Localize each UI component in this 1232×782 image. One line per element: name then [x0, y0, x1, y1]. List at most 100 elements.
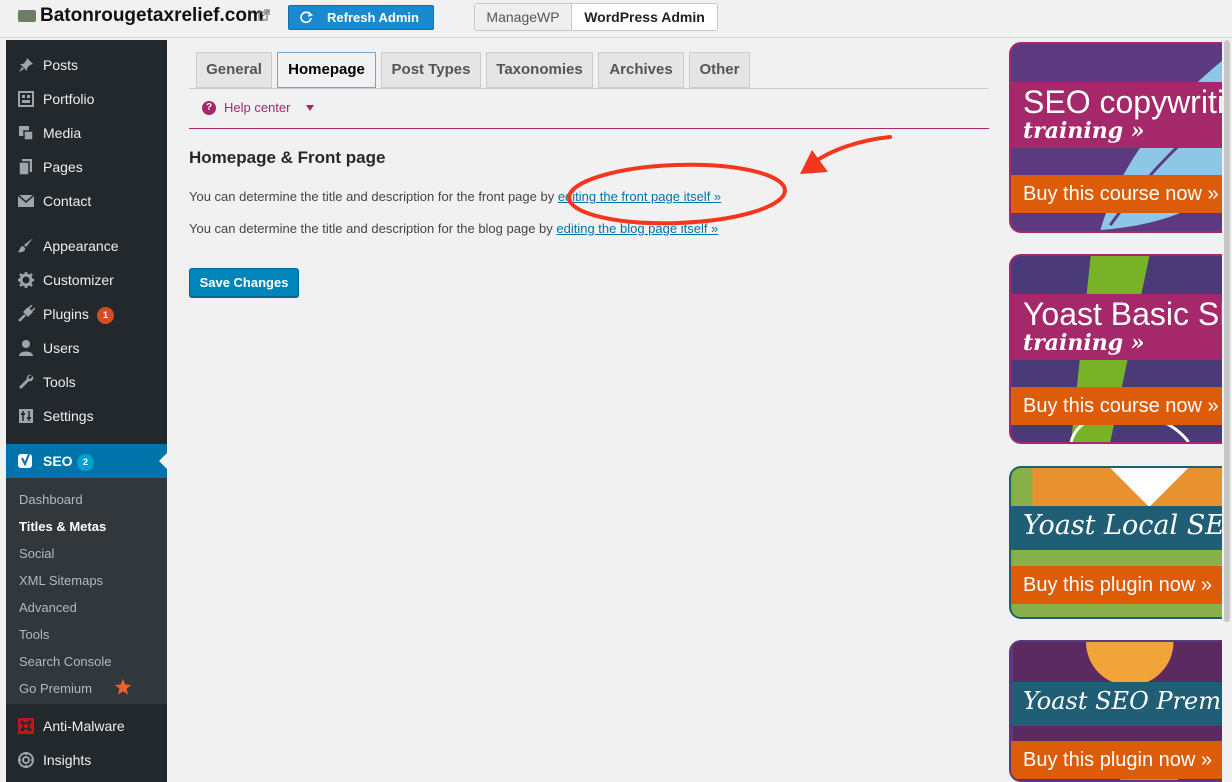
submenu-go-premium[interactable]: Go Premium	[19, 679, 139, 696]
user-icon	[19, 340, 33, 356]
tab-general[interactable]: General	[196, 52, 272, 88]
sidebar-item-settings[interactable]: Settings	[6, 399, 167, 433]
sidebar-item-label: Pages	[43, 159, 83, 175]
top-bar: Batonrougetaxrelief.com Refresh Admin Ma…	[0, 0, 1232, 38]
tab-homepage[interactable]: Homepage	[277, 52, 376, 88]
settings-icon	[19, 409, 33, 423]
sidebar-item-insights[interactable]: Insights	[6, 743, 167, 777]
sidebar-item-media[interactable]: Media	[6, 116, 167, 150]
pin-icon	[19, 58, 33, 72]
sidebar-item-label: Contact	[43, 193, 92, 209]
sidebar-item-label: Tools	[43, 374, 76, 390]
ad-seo-copywriting[interactable]: SEO copywriting training » Buy this cour…	[1009, 42, 1232, 233]
star-icon	[115, 679, 131, 695]
ad-cta[interactable]: Buy this plugin now »	[1011, 566, 1232, 604]
sidebar-item-label: Portfolio	[43, 91, 95, 107]
tabs-divider	[189, 88, 989, 89]
ad-title-band: Yoast SEO Premium	[1011, 682, 1232, 726]
tab-taxonomies[interactable]: Taxonomies	[486, 52, 593, 88]
caret-down-icon	[306, 105, 314, 111]
ad-subtitle: training »	[1023, 118, 1145, 144]
edit-blog-page-link[interactable]: editing the blog page itself »	[556, 221, 718, 236]
save-changes-button[interactable]: Save Changes	[189, 268, 299, 297]
tab-post-types[interactable]: Post Types	[381, 52, 481, 88]
sidebar-item-appearance[interactable]: Appearance	[6, 229, 167, 263]
sidebar-item-plugins[interactable]: Plugins 1	[6, 297, 167, 331]
site-title[interactable]: Batonrougetaxrelief.com	[40, 5, 264, 27]
ad-yoast-seo-premium[interactable]: Yoast SEO Premium Buy this plugin now »	[1009, 640, 1232, 782]
yoast-icon	[18, 453, 32, 468]
mail-icon	[17, 194, 35, 207]
help-icon: ?	[202, 101, 216, 115]
annotation-arrowhead	[800, 150, 828, 174]
ad-yoast-basic-seo[interactable]: Yoast Basic SEO training » Buy this cour…	[1009, 254, 1232, 444]
front-page-text: You can determine the title and descript…	[189, 189, 558, 204]
pages-icon	[18, 159, 32, 176]
scrollbar-thumb[interactable]	[1224, 40, 1230, 622]
sidebar-item-label: Media	[43, 125, 82, 141]
submenu-xml-sitemaps[interactable]: XML Sitemaps	[19, 573, 103, 588]
blog-page-text: You can determine the title and descript…	[189, 221, 557, 236]
sidebar-item-tools[interactable]: Tools	[6, 365, 167, 399]
managewp-tab[interactable]: ManageWP	[475, 4, 572, 30]
submenu-search-console[interactable]: Search Console	[19, 654, 112, 669]
submenu-social[interactable]: Social	[19, 546, 54, 561]
submenu-titles-metas[interactable]: Titles & Metas	[19, 519, 106, 534]
sidebar-item-label: Posts	[43, 57, 79, 73]
sidebar-item-seo[interactable]: SEO 2	[6, 444, 167, 478]
ad-cta[interactable]: Buy this course now »	[1011, 387, 1232, 425]
tab-archives[interactable]: Archives	[598, 52, 684, 88]
ad-title-band: SEO copywriting training »	[1011, 82, 1232, 148]
view-switcher: ManageWP WordPress Admin	[474, 3, 718, 31]
ad-title-band: Yoast Local SEO	[1011, 506, 1232, 550]
help-center-label: Help center	[224, 100, 291, 115]
submenu-dashboard[interactable]: Dashboard	[19, 492, 83, 507]
gear-icon	[18, 272, 34, 288]
ad-title: Yoast Local SEO	[1023, 510, 1232, 541]
refresh-admin-label: Refresh Admin	[327, 10, 419, 25]
ad-title-band: Yoast Basic SEO training »	[1011, 294, 1232, 360]
media-icon	[19, 126, 34, 141]
section-title: Homepage & Front page	[189, 148, 386, 167]
scrollbar[interactable]	[1222, 40, 1232, 782]
annotation-arrow-shaft	[810, 135, 892, 166]
sidebar-item-label: Customizer	[43, 272, 114, 288]
sidebar-item-label: Anti-Malware	[43, 718, 125, 734]
ad-title: Yoast SEO Premium	[1023, 687, 1232, 715]
external-link-icon[interactable]	[258, 9, 270, 21]
sidebar-item-anti-malware[interactable]: Anti-Malware	[6, 709, 167, 743]
submenu-advanced[interactable]: Advanced	[19, 600, 77, 615]
sidebar-item-label: Insights	[43, 752, 92, 768]
admin-sidebar: Posts Portfolio Media Pages Contact Appe…	[6, 40, 167, 782]
blog-page-description: You can determine the title and descript…	[189, 221, 718, 236]
refresh-icon	[300, 11, 313, 24]
refresh-admin-button[interactable]: Refresh Admin	[288, 5, 434, 30]
sidebar-item-label: Settings	[43, 408, 94, 424]
portfolio-icon	[18, 91, 34, 107]
plug-icon	[18, 305, 35, 322]
seo-notification-badge: 2	[77, 454, 94, 471]
ad-yoast-local-seo[interactable]: Yoast Local SEO Buy this plugin now »	[1009, 466, 1232, 619]
active-menu-arrow	[159, 453, 167, 469]
ad-cta[interactable]: Buy this course now »	[1011, 175, 1232, 213]
sidebar-item-customizer[interactable]: Customizer	[6, 263, 167, 297]
sidebar-item-label: Users	[43, 340, 80, 356]
sidebar-item-pages[interactable]: Pages	[6, 150, 167, 184]
edit-front-page-link[interactable]: editing the front page itself »	[558, 189, 721, 204]
sidebar-item-users[interactable]: Users	[6, 331, 167, 365]
help-divider	[189, 128, 989, 129]
sidebar-item-posts[interactable]: Posts	[6, 48, 167, 82]
submenu-tools[interactable]: Tools	[19, 627, 49, 642]
sidebar-item-portfolio[interactable]: Portfolio	[6, 82, 167, 116]
tab-other[interactable]: Other	[689, 52, 750, 88]
front-page-description: You can determine the title and descript…	[189, 189, 721, 204]
wordpress-admin-tab[interactable]: WordPress Admin	[572, 4, 717, 30]
ad-cta[interactable]: Buy this plugin now »	[1011, 741, 1232, 779]
insights-icon	[18, 752, 34, 768]
sidebar-item-label: Appearance	[43, 238, 119, 254]
brush-icon	[18, 238, 33, 253]
ad-subtitle: training »	[1023, 330, 1145, 356]
shield-icon	[18, 718, 34, 734]
sidebar-item-contact[interactable]: Contact	[6, 184, 167, 218]
sidebar-item-label: Plugins	[43, 306, 89, 322]
